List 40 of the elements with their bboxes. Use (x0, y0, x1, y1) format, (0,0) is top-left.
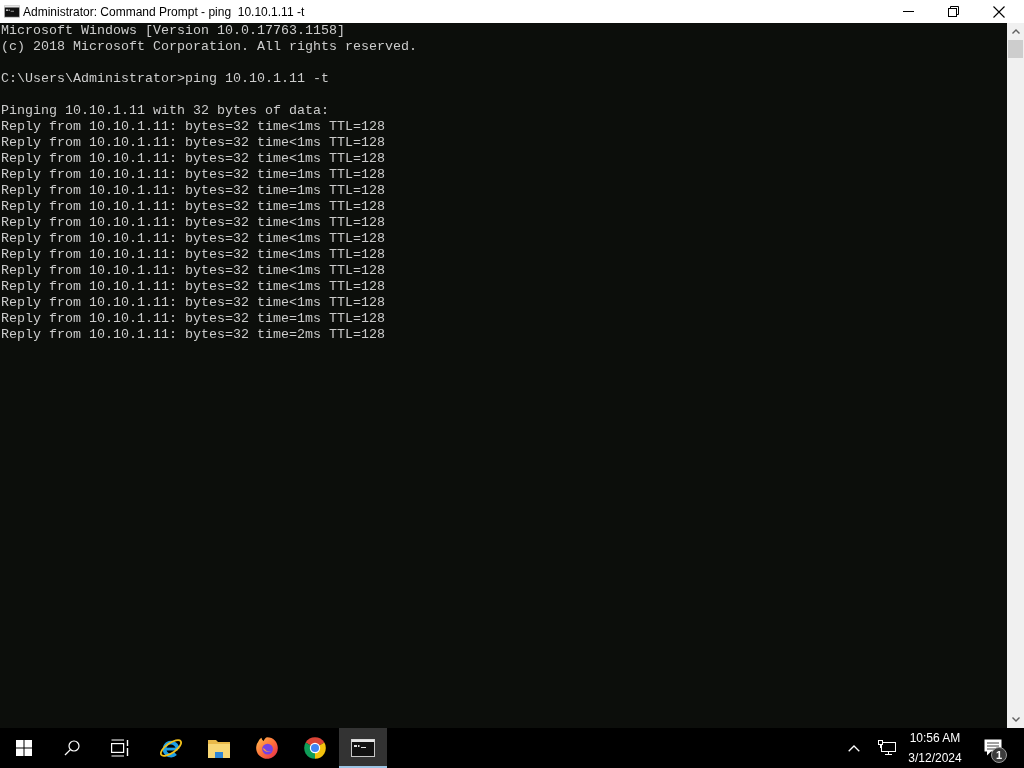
taskbar-app-button[interactable] (339, 728, 387, 768)
network-monitor-icon (878, 740, 896, 756)
console-line: Reply from 10.10.1.11: bytes=32 time<1ms TTL=128 (1, 151, 385, 167)
chevron-up-icon (848, 744, 860, 752)
notifications-button[interactable]: 1 (970, 728, 1016, 768)
minimize-icon (903, 11, 914, 12)
console-line: Reply from 10.10.1.11: bytes=32 time<1ms TTL=128 (1, 247, 385, 263)
close-icon (992, 5, 1005, 18)
restore-icon (948, 6, 959, 17)
scrollbar-thumb[interactable] (1008, 40, 1023, 58)
notification-badge: 1 (991, 747, 1007, 763)
console-app-icon (3, 5, 20, 18)
console-line: Reply from 10.10.1.11: bytes=32 time<1ms TTL=128 (1, 215, 385, 231)
firefox-icon (254, 735, 280, 761)
chevron-up-icon (1011, 29, 1020, 34)
console-line: Reply from 10.10.1.11: bytes=32 time<1ms TTL=128 (1, 135, 385, 151)
console-line: Reply from 10.10.1.11: bytes=32 time<1ms TTL=128 (1, 231, 385, 247)
console-line: Reply from 10.10.1.11: bytes=32 time=1ms TTL=128 (1, 183, 385, 199)
clock-button[interactable]: 10:56 AM 3/12/2024 (904, 728, 966, 768)
console-line: Reply from 10.10.1.11: bytes=32 time=1ms TTL=128 (1, 311, 385, 327)
window-title: Administrator: Command Prompt - ping 10.10.1.11 -t (23, 3, 305, 20)
chrome-icon (302, 735, 328, 761)
console-line: Pinging 10.10.1.11 with 32 bytes of data: (1, 103, 329, 119)
scrollbar[interactable] (1007, 23, 1024, 728)
folder-icon (207, 737, 231, 759)
search-icon (64, 740, 80, 756)
console-line: Microsoft Windows [Version 10.0.17763.1158] (1, 23, 345, 39)
task-view-icon (111, 739, 129, 757)
console-line: C:\Users\Administrator>ping 10.10.1.11 -t (1, 71, 329, 87)
console-line: Reply from 10.10.1.11: bytes=32 time=1ms TTL=128 (1, 167, 385, 183)
console-line: (c) 2018 Microsoft Corporation. All rights reserved. (1, 39, 417, 55)
console-line: Reply from 10.10.1.11: bytes=32 time<1ms TTL=128 (1, 119, 385, 135)
console-line: Reply from 10.10.1.11: bytes=32 time<1ms TTL=128 (1, 263, 385, 279)
console-icon (351, 739, 375, 757)
console-line: Reply from 10.10.1.11: bytes=32 time=1ms TTL=128 (1, 199, 385, 215)
console-line: Reply from 10.10.1.11: bytes=32 time<1ms TTL=128 (1, 295, 385, 311)
console-line: Reply from 10.10.1.11: bytes=32 time=2ms TTL=128 (1, 327, 385, 343)
console-line: Reply from 10.10.1.11: bytes=32 time<1ms TTL=128 (1, 279, 385, 295)
windows-logo-icon (16, 740, 32, 756)
chevron-down-icon (1011, 717, 1020, 722)
